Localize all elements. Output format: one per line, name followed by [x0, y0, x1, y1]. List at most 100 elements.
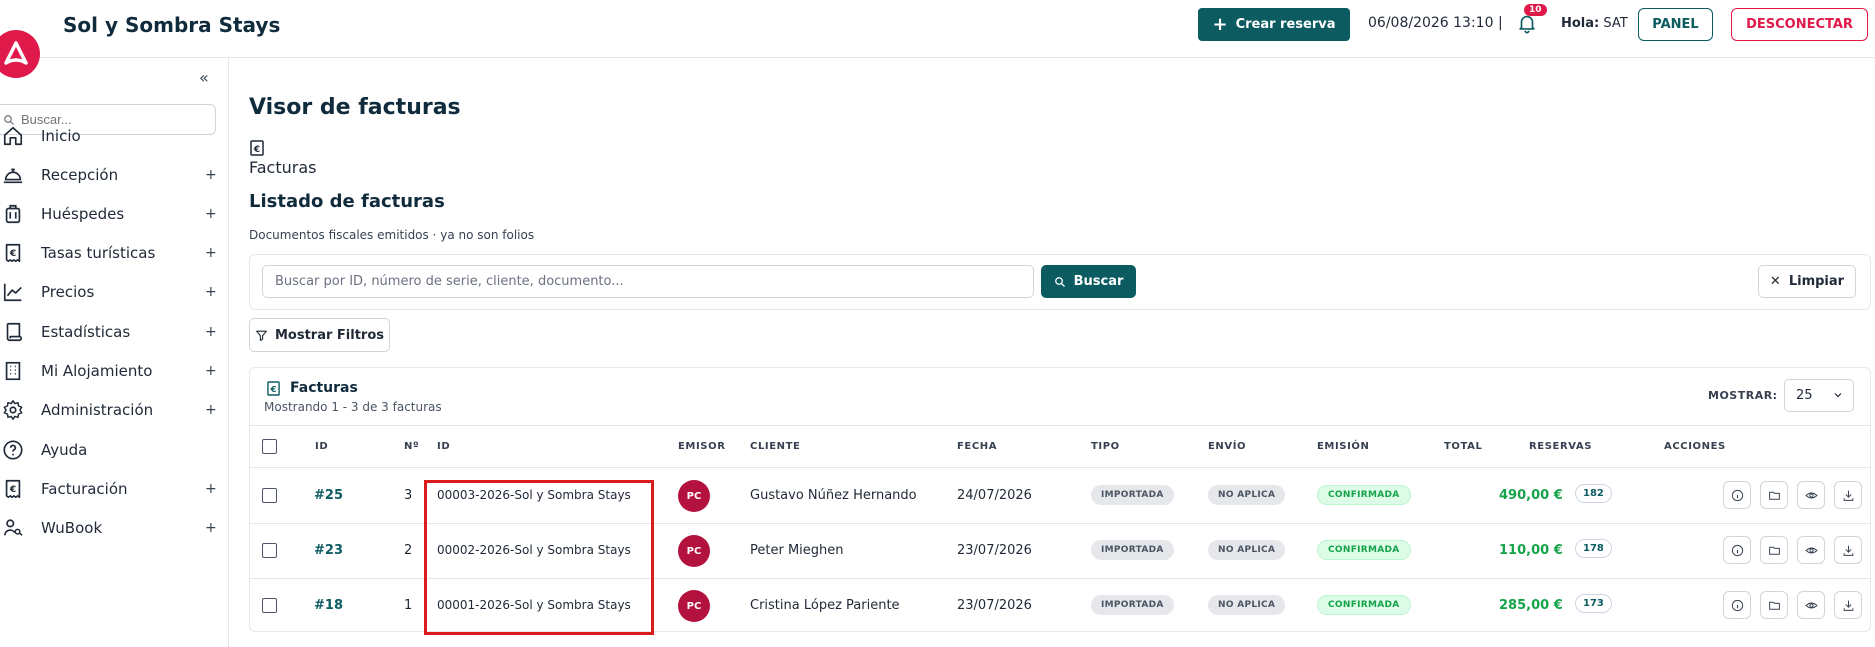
invoice-id-link[interactable]: #18: [314, 598, 343, 613]
col-reservas[interactable]: RESERVAS: [1529, 441, 1592, 452]
col-emision[interactable]: EMISIÓN: [1317, 441, 1370, 452]
row-checkbox[interactable]: [262, 488, 277, 503]
col-tipo[interactable]: TIPO: [1091, 441, 1120, 452]
svg-text:€: €: [9, 484, 16, 495]
folder-button[interactable]: [1760, 591, 1788, 619]
show-filters-button[interactable]: Mostrar Filtros: [249, 318, 390, 352]
shipping-badge: NO APLICA: [1208, 485, 1286, 505]
logout-button[interactable]: DESCONECTAR: [1731, 8, 1868, 41]
invoice-total: 490,00 €: [1499, 488, 1563, 503]
emisor-avatar: PC: [678, 535, 710, 567]
svg-text:€: €: [270, 384, 277, 394]
col-id[interactable]: ID: [315, 441, 328, 452]
user-greeting: Hola: SAT: [1561, 16, 1628, 31]
sidebar-item-label: WuBook: [41, 519, 103, 537]
sidebar-item-huespedes[interactable]: Huéspedes +: [0, 192, 228, 236]
invoice-date: 23/07/2026: [957, 598, 1032, 613]
row-checkbox[interactable]: [262, 598, 277, 613]
chevron-down-icon: [1834, 393, 1842, 398]
col-fecha[interactable]: FECHA: [957, 441, 997, 452]
col-emisor[interactable]: EMISOR: [678, 441, 726, 452]
invoice-id-link[interactable]: #25: [314, 488, 343, 503]
sidebar-item-ayuda[interactable]: Ayuda: [0, 428, 228, 472]
search-button[interactable]: Buscar: [1041, 265, 1136, 298]
folder-button[interactable]: [1760, 536, 1788, 564]
panel-button[interactable]: PANEL: [1638, 8, 1713, 41]
col-num[interactable]: Nº: [404, 441, 419, 452]
sidebar-item-wubook[interactable]: WuBook +: [0, 506, 228, 550]
expand-plus-icon[interactable]: +: [205, 284, 217, 300]
expand-plus-icon[interactable]: +: [205, 520, 217, 536]
invoice-number: 2: [404, 543, 413, 558]
client-name: Cristina López Pariente: [750, 598, 900, 613]
download-button[interactable]: [1834, 536, 1862, 564]
collapse-sidebar-icon[interactable]: «: [199, 68, 209, 87]
page-size-select[interactable]: 25: [1784, 379, 1854, 412]
expand-plus-icon[interactable]: +: [205, 324, 217, 340]
download-icon: [1843, 490, 1853, 501]
col-envio[interactable]: ENVÍO: [1208, 441, 1246, 452]
folder-button[interactable]: [1760, 481, 1788, 509]
breadcrumb[interactable]: Facturas: [249, 158, 316, 177]
invoice-total: 285,00 €: [1499, 598, 1563, 613]
download-button[interactable]: [1834, 591, 1862, 619]
close-icon: ✕: [1769, 274, 1781, 289]
row-checkbox[interactable]: [262, 543, 277, 558]
col-cliente[interactable]: CLIENTE: [750, 441, 800, 452]
invoice-id-link[interactable]: #23: [314, 543, 343, 558]
info-button[interactable]: [1723, 536, 1751, 564]
expand-plus-icon[interactable]: +: [205, 402, 217, 418]
search-panel: Buscar ✕ Limpiar: [249, 254, 1871, 310]
shipping-badge: NO APLICA: [1208, 595, 1286, 615]
svg-text:€: €: [253, 145, 260, 155]
table-title: Facturas: [290, 380, 358, 396]
folder-icon: [1768, 546, 1780, 555]
col-serie[interactable]: ID: [437, 441, 450, 452]
expand-plus-icon[interactable]: +: [205, 245, 217, 261]
eye-icon: [1804, 602, 1818, 608]
table-count: Mostrando 1 - 3 de 3 facturas: [264, 400, 442, 414]
clear-button[interactable]: ✕ Limpiar: [1758, 265, 1856, 298]
sidebar-item-alojamiento[interactable]: Mi Alojamiento +: [0, 349, 228, 393]
sidebar-item-label: Administración: [41, 401, 154, 419]
info-button[interactable]: [1723, 591, 1751, 619]
view-button[interactable]: [1797, 481, 1825, 509]
chart-line-icon: [3, 283, 22, 302]
sidebar-item-administracion[interactable]: Administración +: [0, 388, 228, 432]
type-badge: IMPORTADA: [1091, 595, 1174, 615]
expand-plus-icon[interactable]: +: [205, 363, 217, 379]
sidebar-item-label: Ayuda: [41, 441, 88, 459]
view-button[interactable]: [1797, 591, 1825, 619]
search-icon: [1054, 276, 1065, 287]
section-title: Listado de facturas: [249, 191, 445, 212]
sidebar-item-recepcion[interactable]: Recepción +: [0, 153, 228, 197]
clear-button-label: Limpiar: [1788, 274, 1845, 289]
gear-icon: [3, 400, 23, 420]
col-total[interactable]: TOTAL: [1444, 441, 1482, 452]
sidebar-item-label: Inicio: [41, 127, 81, 145]
info-button[interactable]: [1723, 481, 1751, 509]
invoice-number: 3: [404, 488, 413, 503]
sidebar-item-inicio[interactable]: Inicio: [0, 114, 228, 158]
view-button[interactable]: [1797, 536, 1825, 564]
download-button[interactable]: [1834, 481, 1862, 509]
luggage-icon: [5, 204, 21, 224]
sidebar-item-label: Huéspedes: [41, 205, 125, 223]
expand-plus-icon[interactable]: +: [205, 481, 217, 497]
booking-badge[interactable]: 173: [1575, 594, 1612, 613]
select-all-checkbox[interactable]: [262, 439, 277, 454]
booking-badge[interactable]: 178: [1575, 539, 1612, 558]
eye-icon: [1804, 492, 1818, 498]
expand-plus-icon[interactable]: +: [205, 167, 217, 183]
expand-plus-icon[interactable]: +: [205, 206, 217, 222]
app-title: Sol y Sombra Stays: [63, 13, 281, 37]
sidebar-item-tasas[interactable]: € Tasas turísticas +: [0, 231, 228, 275]
info-icon: [1731, 489, 1743, 501]
sidebar-item-facturacion[interactable]: € Facturación +: [0, 467, 228, 511]
create-booking-button[interactable]: + Crear reserva: [1198, 8, 1350, 41]
invoice-search-input[interactable]: [262, 265, 1034, 298]
booking-badge[interactable]: 182: [1575, 484, 1612, 503]
sidebar-item-precios[interactable]: Precios +: [0, 270, 228, 314]
euro-receipt-icon: €: [267, 381, 280, 396]
sidebar-item-estadisticas[interactable]: Estadísticas +: [0, 310, 228, 354]
